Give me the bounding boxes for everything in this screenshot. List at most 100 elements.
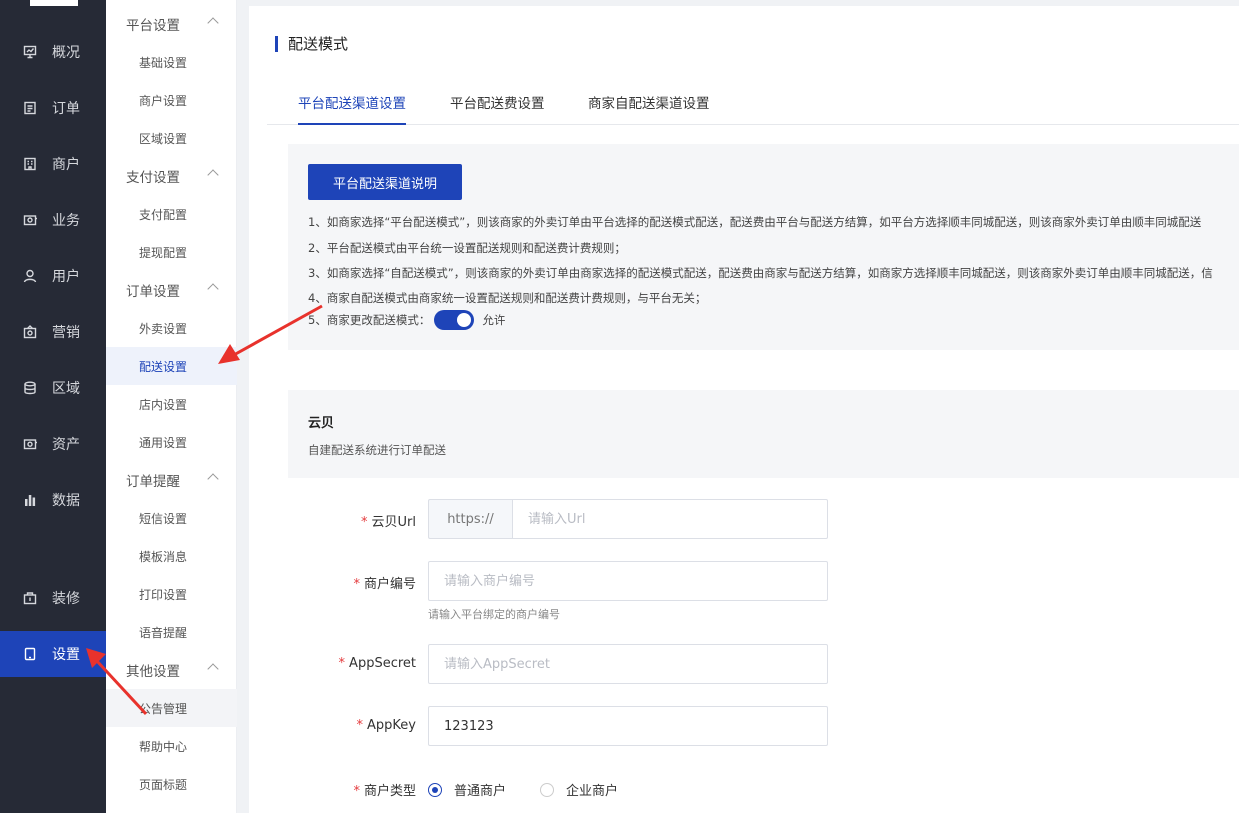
group-title: 订单设置 <box>126 284 180 300</box>
nav-label: 订单 <box>52 101 80 117</box>
label-text: AppKey <box>367 718 416 733</box>
nav-item-overview[interactable]: 概况 <box>0 29 106 75</box>
chevron-up-icon <box>207 17 219 29</box>
info-line-2: 2、平台配送模式由平台统一设置配送规则和配送费计费规则； <box>308 241 626 255</box>
appkey-input[interactable] <box>428 706 828 746</box>
submenu-item-template[interactable]: 模板消息 <box>106 537 237 575</box>
toggle-knob <box>457 313 472 327</box>
url-prefix: https:// <box>428 499 512 539</box>
nav-item-region[interactable]: 区域 <box>0 365 106 411</box>
info-line-1: 1、如商家选择“平台配送模式”，则该商家的外卖订单由平台选择的配送模式配送，配送… <box>308 215 1202 229</box>
nav-label: 设置 <box>52 647 80 663</box>
label-text: 云贝Url <box>371 515 416 530</box>
merchant-no-help: 请输入平台绑定的商户编号 <box>428 608 560 621</box>
submenu-item-merchant[interactable]: 商户设置 <box>106 81 237 119</box>
section-desc: 自建配送系统进行订单配送 <box>308 443 446 457</box>
database-icon <box>22 380 38 396</box>
gift-icon <box>22 324 38 340</box>
url-input[interactable] <box>512 499 828 539</box>
tab-platform-fee[interactable]: 平台配送费设置 <box>450 92 545 125</box>
group-title: 平台设置 <box>126 18 180 34</box>
required-mark: * <box>356 718 364 733</box>
nav-label: 数据 <box>52 493 80 509</box>
group-title: 支付设置 <box>126 170 180 186</box>
nav-item-orders[interactable]: 订单 <box>0 85 106 131</box>
nav-label: 用户 <box>52 269 80 285</box>
type-label: * 商户类型 <box>353 780 416 799</box>
chevron-up-icon <box>207 283 219 295</box>
page-title: 配送模式 <box>275 36 348 52</box>
radio-dot <box>428 782 442 797</box>
required-mark: * <box>353 784 360 799</box>
submenu-item-print[interactable]: 打印设置 <box>106 575 237 613</box>
nav-label: 概况 <box>52 45 80 61</box>
submenu-item-page-title[interactable]: 页面标题 <box>106 765 237 803</box>
chevron-up-icon <box>207 663 219 675</box>
nav-label: 装修 <box>52 591 80 607</box>
chart-icon <box>22 44 38 60</box>
required-mark: * <box>361 515 368 530</box>
channel-explain-button[interactable]: 平台配送渠道说明 <box>308 164 462 200</box>
radio-normal-merchant[interactable]: 普通商户 <box>428 780 506 799</box>
annotation-arrow-icon <box>86 648 148 716</box>
nav-label: 资产 <box>52 437 80 453</box>
submenu-group-platform[interactable]: 平台设置 <box>106 5 237 43</box>
nav-item-assets[interactable]: 资产 <box>0 421 106 467</box>
required-mark: * <box>353 577 360 592</box>
submenu-item-region[interactable]: 区域设置 <box>106 119 237 157</box>
logo <box>30 0 78 6</box>
submenu-item-pay-config[interactable]: 支付配置 <box>106 195 237 233</box>
secret-input[interactable] <box>428 644 828 684</box>
radio-label: 企业商户 <box>566 784 619 799</box>
tablet-icon <box>22 646 38 662</box>
bar-chart-icon <box>22 492 38 508</box>
yunbei-section: 云贝 自建配送系统进行订单配送 <box>288 390 1239 478</box>
url-label: * 云贝Url <box>361 511 416 530</box>
nav-item-data[interactable]: 数据 <box>0 477 106 523</box>
nav-item-merchants[interactable]: 商户 <box>0 141 106 187</box>
submenu-item-general[interactable]: 通用设置 <box>106 423 237 461</box>
nav-item-business[interactable]: 业务 <box>0 197 106 243</box>
allow-change-toggle[interactable] <box>434 310 475 330</box>
nav-label: 业务 <box>52 213 80 229</box>
nav-item-marketing[interactable]: 营销 <box>0 309 106 355</box>
info-line-4: 4、商家自配送模式由商家统一设置配送规则和配送费计费规则，与平台无关； <box>308 291 707 305</box>
info-line-5: 5、商家更改配送模式： 允许 <box>308 310 505 330</box>
main-content: 配送模式 平台配送渠道设置 平台配送费设置 商家自配送渠道设置 平台配送渠道说明… <box>249 6 1239 813</box>
merchant-no-label: * 商户编号 <box>353 573 416 592</box>
info-panel: 平台配送渠道说明 1、如商家选择“平台配送模式”，则该商家的外卖订单由平台选择的… <box>288 144 1239 350</box>
required-mark: * <box>338 656 346 671</box>
tab-platform-channel[interactable]: 平台配送渠道设置 <box>298 92 406 125</box>
info-line-3: 3、如商家选择“自配送模式”，则该商家的外卖订单由商家选择的配送模式配送，配送费… <box>308 266 1213 280</box>
nav-label: 营销 <box>52 325 80 341</box>
radio-label: 普通商户 <box>454 784 507 799</box>
group-title: 订单提醒 <box>126 474 180 490</box>
submenu-item-dine-in[interactable]: 店内设置 <box>106 385 237 423</box>
nav-label: 商户 <box>52 157 80 173</box>
building-icon <box>22 156 38 172</box>
user-icon <box>22 268 38 284</box>
chevron-up-icon <box>207 473 219 485</box>
tab-bar: 平台配送渠道设置 平台配送费设置 商家自配送渠道设置 <box>267 92 1239 125</box>
submenu-item-withdraw[interactable]: 提现配置 <box>106 233 237 271</box>
submenu-item-help[interactable]: 帮助中心 <box>106 727 237 765</box>
nav-item-decoration[interactable]: 装修 <box>0 575 106 621</box>
wallet-icon <box>22 436 38 452</box>
submenu-item-basic[interactable]: 基础设置 <box>106 43 237 81</box>
nav-label: 区域 <box>52 381 80 397</box>
annotation-arrow-icon <box>218 304 323 364</box>
document-icon <box>22 100 38 116</box>
toggle-text: 允许 <box>482 313 506 327</box>
label-text: AppSecret <box>349 656 416 671</box>
section-title: 云贝 <box>308 416 335 431</box>
submenu-group-payment[interactable]: 支付设置 <box>106 157 237 195</box>
merchant-no-input[interactable] <box>428 561 828 601</box>
radio-dot <box>540 782 554 797</box>
chevron-up-icon <box>207 169 219 181</box>
tab-merchant-channel[interactable]: 商家自配送渠道设置 <box>588 92 710 125</box>
nav-item-users[interactable]: 用户 <box>0 253 106 299</box>
submenu-group-reminder[interactable]: 订单提醒 <box>106 461 237 499</box>
submenu-item-sms[interactable]: 短信设置 <box>106 499 237 537</box>
radio-enterprise-merchant[interactable]: 企业商户 <box>540 780 618 799</box>
secret-label: * AppSecret <box>339 656 416 671</box>
